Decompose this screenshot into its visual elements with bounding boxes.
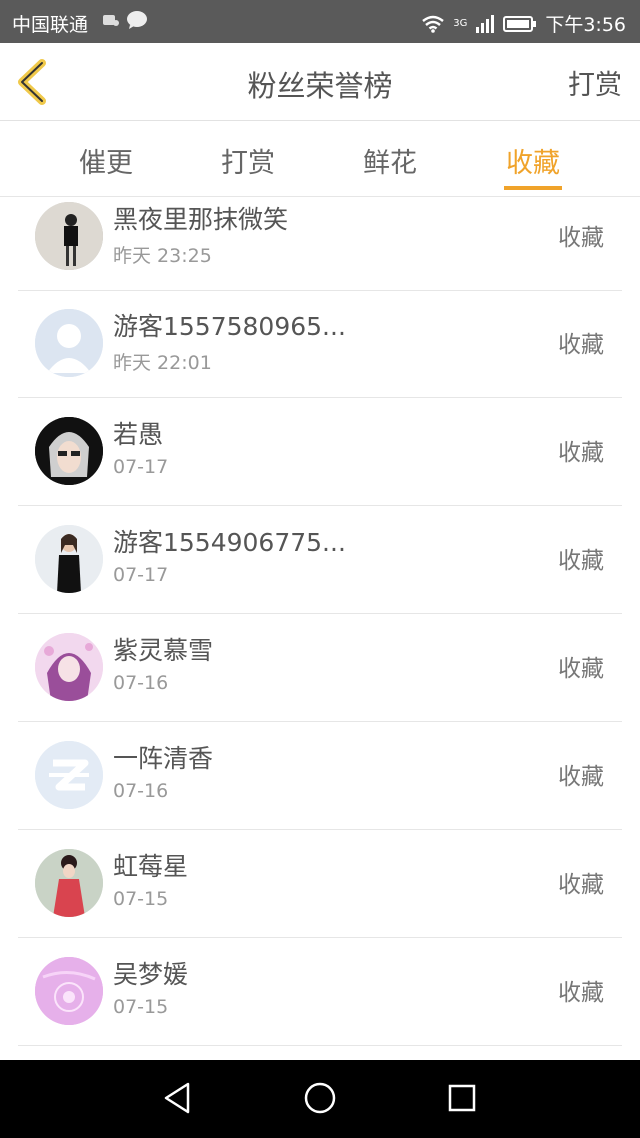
user-name: 紫灵慕雪 [113, 636, 214, 665]
action-label: 收藏 [558, 548, 604, 574]
user-name: 虹莓星 [113, 852, 189, 881]
active-tab-indicator [504, 186, 562, 190]
tab-favorites[interactable]: 收藏 [488, 141, 578, 180]
timestamp: 昨天 23:25 [113, 245, 212, 267]
tab-urge[interactable]: 催更 [61, 141, 151, 180]
list-item[interactable]: 虹莓星 07-15 收藏 [18, 830, 622, 938]
list-item[interactable]: 游客1557580965... 昨天 22:01 收藏 [18, 290, 622, 398]
page-title: 粉丝荣誉榜 [247, 69, 393, 103]
list-item[interactable]: 紫灵慕雪 07-16 收藏 [18, 614, 622, 722]
tab-flowers[interactable]: 鲜花 [345, 141, 435, 180]
timestamp: 07-17 [113, 564, 169, 586]
avatar [35, 309, 103, 377]
tab-bar: 催更 打赏 鲜花 收藏 [0, 121, 640, 197]
avatar [35, 525, 103, 593]
status-bar: 中国联通 3G 下午3:56 [0, 0, 640, 43]
timestamp: 07-17 [113, 456, 169, 478]
timestamp: 07-15 [113, 888, 169, 910]
avatar [35, 417, 103, 485]
user-name: 吴梦媛 [113, 960, 189, 989]
avatar [35, 957, 103, 1025]
user-name: 一阵清香 [113, 744, 214, 773]
list-item[interactable]: 一阵清香 07-16 收藏 [18, 722, 622, 830]
action-label: 收藏 [558, 980, 604, 1006]
user-name: 游客1557580965... [113, 312, 346, 341]
avatar [35, 741, 103, 809]
fans-list: 黑夜里那抹微笑 昨天 23:25 收藏 游客1557580965... 昨天 2… [0, 196, 640, 1056]
nav-home-button[interactable] [300, 1078, 340, 1118]
avatar [35, 633, 103, 701]
timestamp: 07-15 [113, 996, 169, 1018]
user-name: 黑夜里那抹微笑 [113, 205, 289, 234]
user-name: 游客1554906775... [113, 528, 346, 557]
clock: 下午3:56 [545, 14, 626, 36]
tab-reward[interactable]: 打赏 [203, 141, 293, 180]
avatar [35, 202, 103, 270]
action-label: 收藏 [558, 225, 604, 251]
action-label: 收藏 [558, 764, 604, 790]
triangle-back-icon [164, 1082, 190, 1114]
list-item[interactable]: 游客1554906775... 07-17 收藏 [18, 506, 622, 614]
battery-icon [503, 15, 537, 32]
signal-icon [476, 14, 495, 33]
network-type: 3G [453, 18, 468, 29]
action-label: 收藏 [558, 656, 604, 682]
notification-icon [103, 15, 119, 26]
list-item[interactable]: 吴梦媛 07-15 收藏 [18, 938, 622, 1046]
square-recents-icon [448, 1084, 476, 1112]
list-item[interactable]: 黑夜里那抹微笑 昨天 23:25 收藏 [18, 196, 622, 291]
message-icon [127, 11, 147, 29]
action-label: 收藏 [558, 332, 604, 358]
timestamp: 昨天 22:01 [113, 352, 212, 374]
avatar [35, 849, 103, 917]
reward-button[interactable]: 打赏 [568, 63, 622, 102]
wifi-icon [422, 15, 444, 33]
action-label: 收藏 [558, 440, 604, 466]
list-item[interactable]: 若愚 07-17 收藏 [18, 398, 622, 506]
carrier-label: 中国联通 [12, 14, 89, 36]
app-header: 粉丝荣誉榜 打赏 [0, 43, 640, 121]
circle-home-icon [304, 1082, 336, 1114]
nav-back-button[interactable] [158, 1078, 198, 1118]
action-label: 收藏 [558, 872, 604, 898]
timestamp: 07-16 [113, 780, 169, 802]
timestamp: 07-16 [113, 672, 169, 694]
user-name: 若愚 [113, 420, 164, 449]
nav-recents-button[interactable] [442, 1078, 482, 1118]
system-navigation-bar [0, 1060, 640, 1138]
